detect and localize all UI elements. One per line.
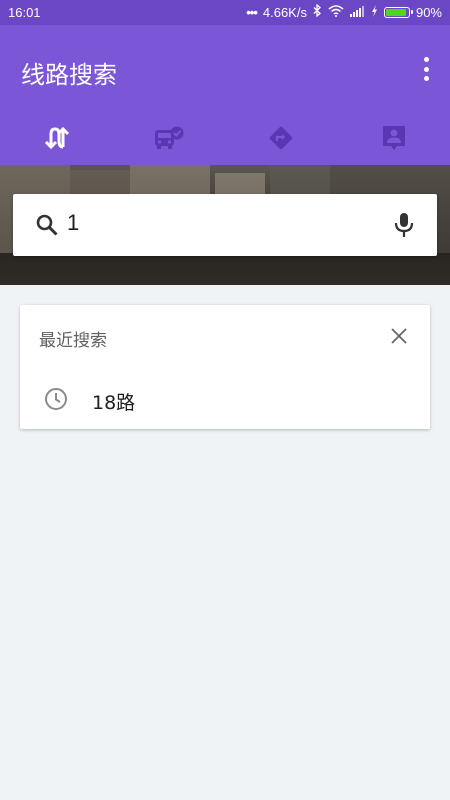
search-icon[interactable] (35, 213, 59, 241)
tab-contact[interactable] (338, 110, 450, 165)
search-input[interactable] (67, 210, 367, 236)
history-icon (44, 387, 68, 415)
recent-searches-card: 最近搜索 18路 (20, 305, 430, 429)
tab-directions[interactable] (225, 110, 338, 165)
bluetooth-icon (313, 3, 322, 20)
tab-bar (0, 110, 450, 165)
recent-searches-heading: 最近搜索 (39, 331, 107, 351)
battery-fill (385, 8, 406, 16)
close-icon[interactable] (391, 328, 407, 348)
mic-icon[interactable] (394, 212, 414, 242)
signal-icon (349, 5, 365, 20)
tab-bus[interactable] (113, 110, 226, 165)
person-pin-icon (382, 125, 405, 150)
wifi-icon (328, 4, 344, 20)
bus-check-icon (154, 126, 184, 149)
status-bar: 16:01 ••• 4.66K/s 90% (0, 0, 450, 25)
swap-vert-icon (45, 126, 70, 149)
road (0, 253, 450, 285)
page-title: 线路搜索 (21, 61, 117, 89)
list-item[interactable]: 18路 (20, 373, 430, 429)
charging-icon (371, 4, 378, 20)
app-bar: 线路搜索 (0, 25, 450, 165)
battery-icon (383, 6, 413, 18)
more-dots-icon: ••• (246, 4, 258, 20)
battery-percent: 90% (415, 4, 442, 20)
network-speed: 4.66K/s (262, 4, 307, 20)
tab-route-search[interactable] (0, 110, 113, 165)
recent-item-label: 18路 (92, 392, 136, 414)
directions-icon (270, 126, 293, 149)
status-icons: ••• 4.66K/s 90% (246, 3, 442, 20)
more-vert-icon[interactable] (420, 57, 432, 81)
search-bar (13, 194, 437, 256)
status-time: 16:01 (8, 5, 41, 20)
